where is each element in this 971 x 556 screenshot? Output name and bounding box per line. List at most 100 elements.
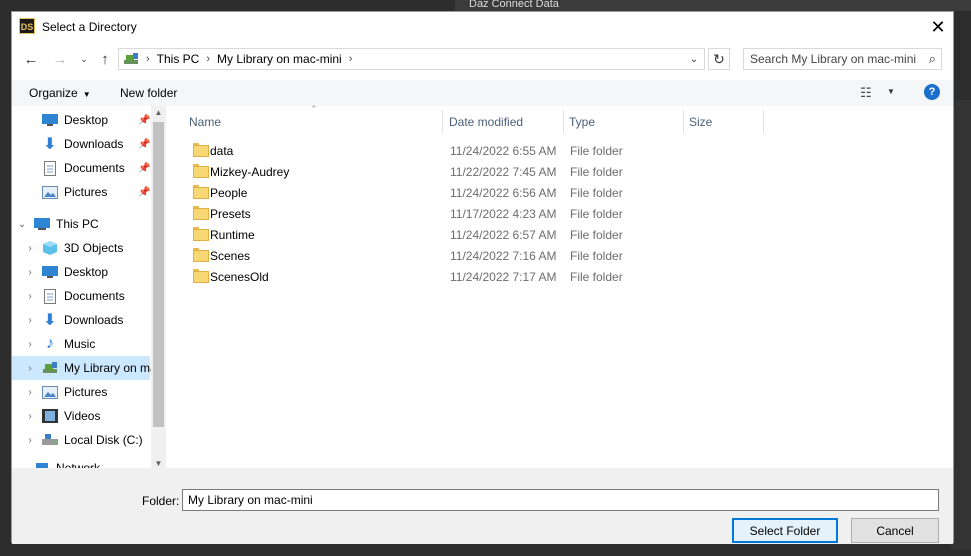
- address-bar[interactable]: › This PC › My Library on mac-mini › ⌄: [118, 48, 705, 70]
- pin-icon[interactable]: 📌: [138, 163, 150, 174]
- select-folder-button[interactable]: Select Folder: [732, 518, 838, 543]
- file-row[interactable]: Mizkey-Audrey 11/22/2022 7:45 AM File fo…: [190, 161, 750, 182]
- file-type: File folder: [570, 143, 623, 158]
- nav-item-pictures[interactable]: › Pictures: [12, 380, 150, 404]
- nav-item-pictures-quick[interactable]: Pictures 📌: [12, 180, 150, 204]
- nav-item-music[interactable]: › ♪ Music: [12, 332, 150, 356]
- nav-item-downloads-quick[interactable]: ⬇ Downloads 📌: [12, 132, 150, 156]
- forward-button[interactable]: →: [50, 49, 70, 69]
- column-header-date-modified[interactable]: Date modified: [444, 110, 564, 134]
- pin-icon[interactable]: 📌: [138, 187, 150, 198]
- file-name: data: [210, 143, 234, 158]
- arrow-left-icon: ←: [23, 50, 39, 68]
- cube-icon: [42, 240, 58, 256]
- file-date: 11/22/2022 7:45 AM: [450, 164, 557, 179]
- file-type: File folder: [570, 227, 623, 242]
- nav-item-videos[interactable]: › Videos: [12, 404, 150, 428]
- close-button[interactable]: ✕: [923, 12, 953, 42]
- back-button[interactable]: ←: [21, 49, 41, 69]
- expanded-chevron-icon[interactable]: ⌄: [16, 219, 28, 230]
- background-left-fragment: [0, 380, 11, 440]
- file-type: File folder: [570, 164, 623, 179]
- file-row[interactable]: Scenes 11/24/2022 7:16 AM File folder: [190, 245, 750, 266]
- nav-item-label: 3D Objects: [64, 241, 124, 255]
- column-header-size[interactable]: Size: [684, 110, 764, 134]
- nav-pane-scrollbar[interactable]: ▲ ▼: [151, 106, 166, 470]
- nav-item-desktop-quick[interactable]: Desktop 📌: [12, 108, 150, 132]
- new-folder-button[interactable]: New folder: [120, 86, 177, 100]
- file-row[interactable]: Runtime 11/24/2022 6:57 AM File folder: [190, 224, 750, 245]
- close-icon: ✕: [930, 16, 946, 37]
- nav-item-label: Documents: [64, 289, 125, 303]
- help-button[interactable]: ?: [924, 84, 940, 100]
- nav-item-this-pc[interactable]: ⌄ This PC: [12, 212, 150, 236]
- cancel-button[interactable]: Cancel: [851, 518, 939, 543]
- chevron-down-icon: ⌄: [80, 53, 88, 64]
- chevron-right-icon[interactable]: ›: [24, 243, 36, 254]
- network-location-icon: [42, 360, 58, 376]
- scroll-up-icon[interactable]: ▲: [151, 108, 166, 117]
- refresh-icon: ↻: [713, 50, 725, 67]
- folder-label: Folder:: [142, 494, 180, 508]
- nav-item-label: Desktop: [64, 113, 109, 127]
- breadcrumb-my-library[interactable]: My Library on mac-mini: [217, 52, 342, 66]
- nav-item-label: Documents: [64, 161, 125, 175]
- breadcrumb-this-pc[interactable]: This PC: [157, 52, 200, 66]
- pin-icon[interactable]: 📌: [138, 139, 150, 150]
- arrow-up-icon: ↑: [101, 50, 109, 68]
- details-view-icon: ☷: [860, 85, 872, 100]
- nav-item-my-library[interactable]: › My Library on mac-mini: [12, 356, 166, 380]
- view-dropdown-button[interactable]: ▼: [887, 87, 895, 96]
- chevron-right-icon[interactable]: ›: [24, 411, 36, 422]
- file-row[interactable]: People 11/24/2022 6:56 AM File folder: [190, 182, 750, 203]
- chevron-right-icon[interactable]: ›: [24, 363, 36, 374]
- nav-item-downloads[interactable]: › ⬇ Downloads: [12, 308, 150, 332]
- search-input[interactable]: [750, 52, 920, 66]
- nav-item-3d-objects[interactable]: › 3D Objects: [12, 236, 150, 260]
- file-row[interactable]: ScenesOld 11/24/2022 7:17 AM File folder: [190, 266, 750, 287]
- download-arrow-icon: ⬇: [43, 136, 57, 153]
- file-type: File folder: [570, 206, 623, 221]
- search-box[interactable]: ⌕: [743, 48, 942, 70]
- chevron-right-icon[interactable]: ›: [24, 315, 36, 326]
- film-icon: [42, 408, 58, 424]
- organize-button[interactable]: Organize ▼: [29, 86, 91, 100]
- file-date: 11/17/2022 4:23 AM: [450, 206, 557, 221]
- hard-drive-icon: [42, 432, 58, 448]
- nav-item-documents-quick[interactable]: Documents 📌: [12, 156, 150, 180]
- pictures-icon: [42, 384, 58, 400]
- file-row[interactable]: Presets 11/17/2022 4:23 AM File folder: [190, 203, 750, 224]
- chevron-right-icon[interactable]: ›: [24, 387, 36, 398]
- chevron-right-icon[interactable]: ›: [24, 267, 36, 278]
- view-options-button[interactable]: ☷: [860, 85, 872, 101]
- file-list: ⌃ Name Date modified Type Size data 11/2…: [174, 104, 955, 470]
- address-dropdown-button[interactable]: ⌄: [684, 49, 704, 69]
- address-row: ← → ⌄ ↑ › This PC › My Library on mac-mi…: [12, 46, 953, 72]
- scroll-down-icon[interactable]: ▼: [151, 459, 166, 468]
- folder-input[interactable]: [182, 489, 939, 511]
- background-panel-title: Daz Connect Data: [469, 0, 559, 10]
- documents-icon: [42, 160, 58, 176]
- chevron-right-icon[interactable]: ›: [24, 291, 36, 302]
- scrollbar-thumb[interactable]: [153, 122, 164, 427]
- file-row[interactable]: data 11/24/2022 6:55 AM File folder: [190, 140, 750, 161]
- chevron-down-icon: ⌄: [689, 53, 699, 65]
- breadcrumb-chevron-icon: ›: [348, 53, 353, 65]
- select-directory-dialog: DS Select a Directory ✕ ← → ⌄ ↑ › This P…: [11, 11, 955, 544]
- file-date: 11/24/2022 6:57 AM: [450, 227, 557, 242]
- column-header-name[interactable]: Name: [184, 110, 443, 134]
- nav-item-local-disk[interactable]: › Local Disk (C:): [12, 428, 150, 452]
- chevron-right-icon[interactable]: ›: [24, 435, 36, 446]
- title-bar: DS Select a Directory ✕: [12, 12, 953, 42]
- pin-icon[interactable]: 📌: [138, 115, 150, 126]
- refresh-button[interactable]: ↻: [708, 48, 730, 70]
- column-header-type[interactable]: Type: [564, 110, 684, 134]
- chevron-right-icon[interactable]: ›: [24, 339, 36, 350]
- navigation-pane: Desktop 📌 ⬇ Downloads 📌 Documents 📌 Pict…: [12, 106, 166, 470]
- nav-item-documents[interactable]: › Documents: [12, 284, 150, 308]
- music-note-icon: ♪: [46, 335, 54, 352]
- recent-locations-button[interactable]: ⌄: [74, 49, 94, 69]
- up-button[interactable]: ↑: [95, 49, 115, 69]
- nav-item-desktop[interactable]: › Desktop: [12, 260, 150, 284]
- file-name: Runtime: [210, 227, 255, 242]
